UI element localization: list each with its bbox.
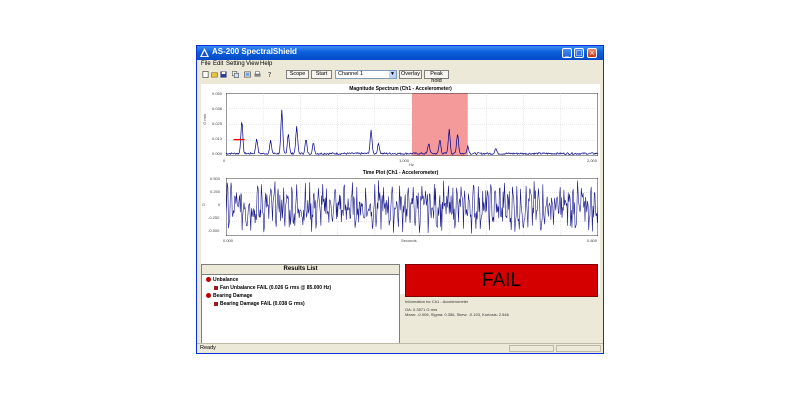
menu-setting[interactable]: Setting <box>226 61 245 67</box>
menu-edit[interactable]: Edit <box>213 61 223 67</box>
timeplot-title: Time Plot (Ch1 - Accelerometer) <box>362 170 439 176</box>
status-bar: Ready <box>197 343 603 354</box>
timeplot-ytick: -0.250 <box>208 215 220 220</box>
spectrum-ytick: 0.000 <box>212 151 223 156</box>
timeplot-ytick: 0 <box>218 202 221 207</box>
spectrum-fail-band <box>412 93 468 156</box>
help-icon[interactable]: ? <box>266 71 273 78</box>
print-icon[interactable] <box>254 71 261 78</box>
maximize-button[interactable]: □ <box>574 48 584 58</box>
menu-bar: File Edit Setting View Help <box>197 60 603 69</box>
spectrum-xlabel: Hz <box>409 162 414 167</box>
spectrum-ytick: 0.038 <box>212 106 223 111</box>
spectrum-ytick: 0.013 <box>212 136 223 141</box>
fail-square-icon <box>214 301 218 306</box>
verdict-indicator: FAIL <box>405 264 598 297</box>
results-list: Results List Unbalance Fan Unbalance FAI… <box>201 264 400 344</box>
open-icon[interactable] <box>211 71 218 78</box>
scope-button[interactable]: Scope <box>286 70 309 79</box>
copy-icon[interactable] <box>232 71 239 78</box>
spectrum-title: Magnitude Spectrum (Ch1 - Accelerometer) <box>349 86 452 92</box>
channel-info: Information for Ch1 - Accelerometer OA: … <box>405 299 598 317</box>
plot-area: Magnitude Spectrum (Ch1 - Accelerometer)… <box>201 84 600 294</box>
menu-file[interactable]: File <box>201 61 211 67</box>
close-button[interactable]: × <box>587 48 597 58</box>
timeplot-xtick: 0.800 <box>587 238 598 243</box>
info-stats: Mean: -0.006, Sigma: 0.356, Skew: -0.193… <box>405 312 509 317</box>
spectrum-chart[interactable] <box>226 93 598 156</box>
timeplot-ytick: -0.500 <box>208 228 220 233</box>
window-title: AS-200 SpectralShield <box>212 47 297 56</box>
channel-select-value: Channel 1 <box>338 71 364 77</box>
status-pane <box>556 345 601 352</box>
status-pane <box>509 345 554 352</box>
svg-text:?: ? <box>268 71 272 78</box>
spectrum-ytick: 0.025 <box>212 121 223 126</box>
timeplot-chart[interactable] <box>226 178 598 236</box>
spectrum-xtick: 1,000 <box>399 158 410 163</box>
overlay-button[interactable]: Overlay <box>399 70 422 79</box>
spectrum-ylabel: G rms <box>202 114 207 125</box>
result-group-bearing-damage[interactable]: Bearing Damage <box>206 293 252 299</box>
spectrum-xtick: 2,000 <box>587 158 598 163</box>
spectrum-ytick: 0.050 <box>212 91 223 96</box>
new-icon[interactable] <box>202 71 209 78</box>
start-button[interactable]: Start <box>311 70 332 79</box>
fail-dot-icon <box>206 293 211 299</box>
menu-view[interactable]: View <box>246 61 259 67</box>
timeplot-ylabel: G <box>202 202 206 207</box>
toolbar: ? Scope Start Channel 1 ▼ Overlay Peak h… <box>197 69 603 84</box>
chevron-down-icon[interactable]: ▼ <box>389 71 396 78</box>
fail-square-icon <box>214 285 218 290</box>
status-text: Ready <box>200 345 216 351</box>
info-heading: Information for Ch1 - Accelerometer <box>405 299 469 304</box>
app-logo-icon <box>200 48 209 57</box>
peak-hold-button[interactable]: Peak hold <box>424 70 449 84</box>
timeplot-xlabel: Seconds <box>401 238 417 243</box>
menu-help[interactable]: Help <box>260 61 272 67</box>
app-window: AS-200 SpectralShield _ □ × File Edit Se… <box>196 45 604 354</box>
fail-dot-icon <box>206 277 211 283</box>
channel-select[interactable]: Channel 1 ▼ <box>335 70 397 79</box>
title-bar[interactable]: AS-200 SpectralShield _ □ × <box>197 46 603 60</box>
timeplot-ytick: 0.500 <box>210 176 221 181</box>
result-item[interactable]: Fan Unbalance FAIL (0.026 G rms @ 85.000… <box>214 285 331 291</box>
spectrum-xtick: 0 <box>223 158 226 163</box>
results-title: Results List <box>202 265 399 275</box>
save-icon[interactable] <box>220 71 227 78</box>
result-group-unbalance[interactable]: Unbalance <box>206 277 238 283</box>
export-icon[interactable] <box>244 71 251 78</box>
minimize-button[interactable]: _ <box>562 48 572 58</box>
timeplot-ytick: 0.250 <box>210 189 221 194</box>
timeplot-xtick: 0.000 <box>223 238 234 243</box>
result-item[interactable]: Bearing Damage FAIL (0.038 G rms) <box>214 301 305 307</box>
